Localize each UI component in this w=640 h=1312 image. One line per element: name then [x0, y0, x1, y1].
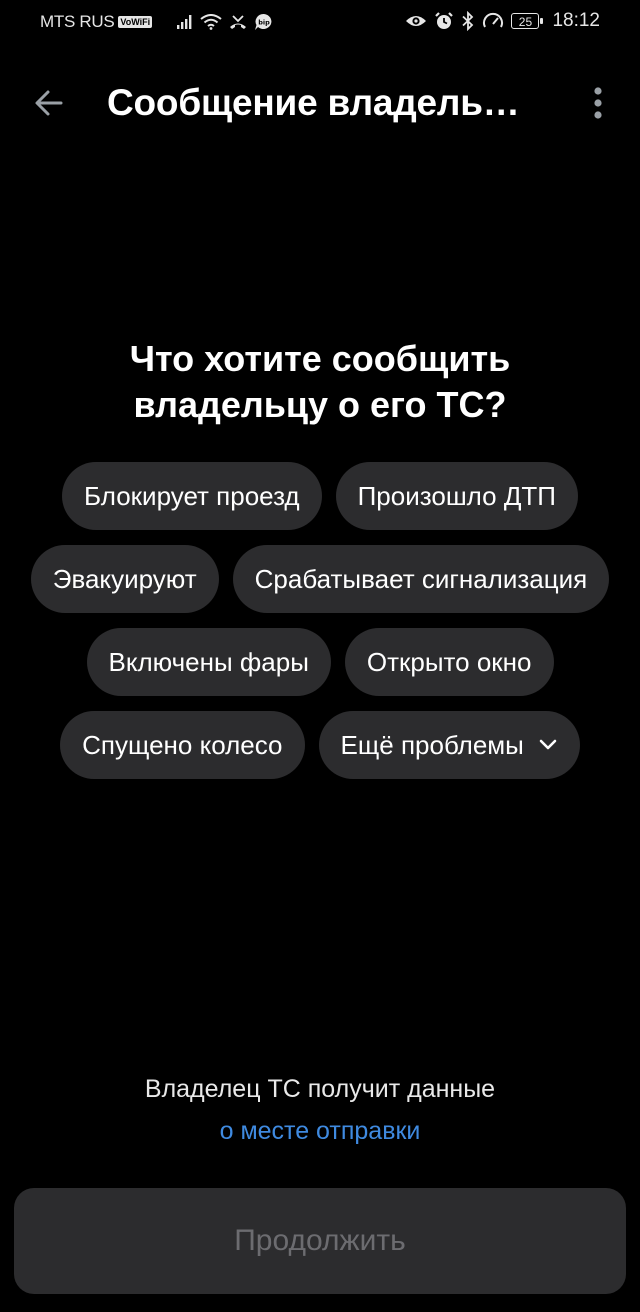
status-bar-left: MTS RUS VoWiFi bip	[40, 12, 274, 32]
bip-app-icon: bip	[255, 13, 272, 30]
location-info: Владелец ТС получит данные о месте отпра…	[0, 1068, 640, 1152]
speed-icon	[483, 12, 504, 28]
location-details-link[interactable]: о месте отправки	[0, 1110, 640, 1152]
vowifi-badge: VoWiFi	[118, 16, 153, 28]
wifi-icon	[200, 14, 222, 30]
more-problems-label: Ещё проблемы	[340, 729, 524, 760]
chip-flat-tire[interactable]: Спущено колесо	[60, 711, 305, 779]
signal-icon	[177, 15, 192, 29]
status-bar: MTS RUS VoWiFi bip 25 18:12	[0, 0, 640, 46]
question-line-2: владельцу о его ТС?	[133, 384, 507, 425]
back-button[interactable]	[24, 78, 74, 128]
question-line-1: Что хотите сообщить	[129, 338, 511, 379]
chip-alarm[interactable]: Срабатывает сигнализация	[232, 545, 610, 613]
chip-towing[interactable]: Эвакуируют	[30, 545, 219, 613]
question-heading: Что хотите сообщить владельцу о его ТС?	[0, 336, 640, 428]
bluetooth-icon	[462, 11, 474, 31]
info-text: Владелец ТС получит данные	[144, 1075, 496, 1103]
app-bar: Сообщение владель…	[0, 62, 640, 146]
more-menu-button[interactable]	[578, 78, 618, 128]
svg-text:bip: bip	[258, 19, 270, 27]
more-problems-chip[interactable]: Ещё проблемы	[318, 711, 580, 779]
eye-icon	[406, 16, 427, 26]
chip-headlights-on[interactable]: Включены фары	[86, 628, 331, 696]
alarm-icon	[435, 12, 454, 29]
chip-accident[interactable]: Произошло ДТП	[335, 462, 578, 530]
battery-icon: 25	[511, 13, 544, 29]
clock: 18:12	[552, 10, 600, 31]
missed-call-icon	[230, 15, 247, 29]
page-title: Сообщение владель…	[107, 82, 520, 123]
more-vertical-icon	[594, 87, 602, 119]
continue-button[interactable]: Продолжить	[14, 1188, 626, 1294]
status-bar-right: 25 18:12	[405, 10, 600, 32]
chip-window-open[interactable]: Открыто окно	[344, 628, 554, 696]
arrow-left-icon	[35, 90, 63, 116]
chip-blocking-passage[interactable]: Блокирует проезд	[61, 462, 322, 530]
chevron-down-icon	[539, 739, 557, 750]
carrier-name: MTS RUS	[40, 12, 115, 31]
problem-chips: Блокирует проезд Произошло ДТП Эвакуирую…	[30, 462, 610, 779]
